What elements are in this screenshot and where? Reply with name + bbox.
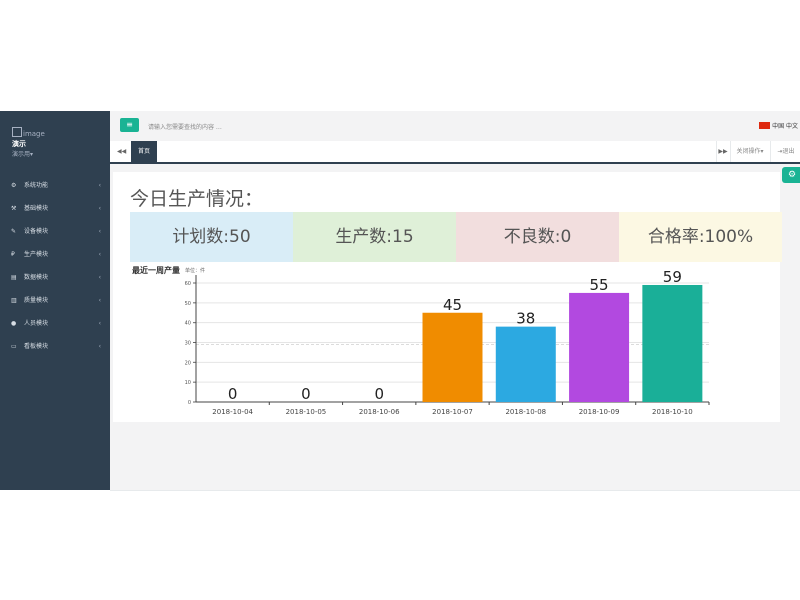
sidebar: image 演示 演示用▾ ⚙ 系统功能 ‹ ⚒ 基础模块 ‹ ✎ 设备模块 ‹ ₽ 生产模块 ‹ ▤ 数… <box>0 111 110 490</box>
sidebar-item-label: 数据模块 <box>24 274 49 281</box>
tab-scroll-right-button[interactable]: ▶▶ <box>716 141 729 162</box>
hamburger-icon: ≡ <box>126 120 133 129</box>
y-tick-label: 50 <box>185 301 191 307</box>
close-operations-dropdown[interactable]: 关闭操作▾ <box>730 141 769 162</box>
y-tick-label: 60 <box>185 281 191 287</box>
monitor-icon: ▭ <box>11 343 17 350</box>
gear-icon: ⚙ <box>11 182 17 189</box>
chart-bar <box>495 326 556 402</box>
sidebar-item-label: 生产模块 <box>24 251 49 258</box>
stat-box: 生产数:15 <box>293 212 456 262</box>
dashboard-card: 今日生产情况： 计划数:50 生产数:15 不良数:0 合格率:100% 最近一周产量… <box>113 172 782 422</box>
language-label: 中国 中文 <box>772 123 798 130</box>
profile-image-alt: image <box>23 130 45 138</box>
x-tick-label: 2018-10-08 <box>505 408 546 416</box>
chevron-left-icon: ‹ <box>98 205 101 212</box>
user-name[interactable]: 演示 <box>12 139 26 149</box>
wrench-icon: ✎ <box>11 228 17 235</box>
image-icon <box>12 127 22 137</box>
sidebar-item[interactable]: ⚙ 系统功能 ‹ <box>0 175 110 197</box>
bar-value-label: 0 <box>228 385 238 403</box>
tab-scroll-left-button[interactable]: ◀◀ <box>117 141 126 162</box>
caret-down-icon: ▾ <box>760 148 764 155</box>
y-tick-label: 30 <box>185 341 191 347</box>
exit-button[interactable]: ⇥退出 <box>770 141 800 162</box>
y-tick-label: 0 <box>188 400 191 406</box>
chevron-left-icon: ‹ <box>98 251 101 258</box>
china-flag-icon <box>759 122 771 129</box>
user-role: 演示用 <box>12 151 31 158</box>
chevron-left-icon: ‹ <box>98 297 101 304</box>
stat-box: 计划数:50 <box>130 212 293 262</box>
gear-icon: ⚙ <box>787 170 797 180</box>
chevron-left-icon: ‹ <box>98 228 101 235</box>
chevron-left-icon: ‹ <box>98 343 101 350</box>
double-chevron-left-icon: ◀◀ <box>117 148 127 155</box>
x-tick-label: 2018-10-05 <box>286 408 327 416</box>
y-tick-label: 20 <box>185 360 191 366</box>
sidebar-item[interactable]: ✎ 设备模块 ‹ <box>0 221 110 243</box>
sidebar-item[interactable]: ▭ 看板模块 ‹ <box>0 336 110 358</box>
chevron-left-icon: ‹ <box>98 274 101 281</box>
language-selector[interactable]: 中国 中文 <box>759 121 798 130</box>
app-window: image 演示 演示用▾ ⚙ 系统功能 ‹ ⚒ 基础模块 ‹ ✎ 设备模块 ‹ ₽ 生产模块 ‹ ▤ 数… <box>0 111 800 490</box>
chevron-left-icon: ‹ <box>98 320 101 327</box>
bar-value-label: 0 <box>374 385 384 403</box>
bar-value-label: 55 <box>590 276 609 294</box>
weekly-output-chart: 单位：件 0 10 20 30 40 50 60 0 2018-10-04 0 2018-10-05 0… <box>185 267 710 416</box>
y-tick-label: 40 <box>185 321 191 327</box>
sidebar-item-label: 质量模块 <box>24 297 49 304</box>
file-icon: ▤ <box>11 274 17 281</box>
page-title: 今日生产情况： <box>130 188 264 210</box>
x-tick-label: 2018-10-07 <box>432 408 473 416</box>
sidebar-item[interactable]: ▤ 数据模块 ‹ <box>0 267 110 289</box>
stat-box: 合格率:100% <box>619 212 782 262</box>
sidebar-item[interactable]: ₽ 生产模块 ‹ <box>0 244 110 266</box>
theme-settings-button[interactable]: ⚙ <box>782 167 800 183</box>
bar-value-label: 0 <box>301 385 311 403</box>
bar-value-label: 59 <box>663 268 682 286</box>
stat-box: 不良数:0 <box>456 212 619 262</box>
x-tick-label: 2018-10-04 <box>212 408 253 416</box>
chart-bar <box>569 292 630 402</box>
bar-value-label: 45 <box>443 296 462 314</box>
x-tick-label: 2018-10-06 <box>359 408 400 416</box>
x-tick-label: 2018-10-10 <box>652 408 693 416</box>
wrench-icon: ⚒ <box>11 205 17 212</box>
sidebar-item-label: 设备模块 <box>24 228 49 235</box>
caret-down-icon: ▾ <box>30 151 34 158</box>
user-role-dropdown[interactable]: 演示用▾ <box>12 149 33 158</box>
sidebar-item-label: 看板模块 <box>24 343 49 350</box>
double-chevron-right-icon: ▶▶ <box>718 148 728 155</box>
sidebar-item-label: 基础模块 <box>24 205 49 212</box>
bar-value-label: 38 <box>516 310 535 328</box>
sidebar-item[interactable]: ▥ 质量模块 ‹ <box>0 290 110 312</box>
sidebar-item[interactable]: ⚒ 基础模块 ‹ <box>0 198 110 220</box>
y-axis-unit-label: 单位：件 <box>185 267 205 274</box>
sidebar-item[interactable]: ● 人员模块 ‹ <box>0 313 110 335</box>
product-icon: ₽ <box>11 251 15 258</box>
footer-divider <box>110 490 800 491</box>
main-content: 今日生产情况： 计划数:50 生产数:15 不良数:0 合格率:100% 最近一周产量… <box>110 164 800 490</box>
y-tick-label: 10 <box>185 380 191 386</box>
chart-icon: ▥ <box>11 297 17 304</box>
chart-bar <box>642 284 703 402</box>
sidebar-item-label: 人员模块 <box>24 320 49 327</box>
user-icon: ● <box>11 320 17 327</box>
chevron-left-icon: ‹ <box>98 182 101 189</box>
x-tick-label: 2018-10-09 <box>579 408 620 416</box>
exit-label: 退出 <box>782 148 795 155</box>
menu-toggle-button[interactable]: ≡ <box>120 118 139 132</box>
close-operations-label: 关闭操作 <box>736 148 761 155</box>
profile-image: image <box>12 127 45 138</box>
top-navbar: ≡ 请输入您需要查找的内容 … 中国 中文 <box>110 111 800 142</box>
tab-bar: ◀◀ 首页 ▶▶ 关闭操作▾ ⇥退出 <box>110 141 800 164</box>
tab-home[interactable]: 首页 <box>131 141 157 162</box>
chart-bar <box>422 312 483 402</box>
search-input[interactable]: 请输入您需要查找的内容 … <box>148 122 222 131</box>
sidebar-item-label: 系统功能 <box>24 182 49 189</box>
